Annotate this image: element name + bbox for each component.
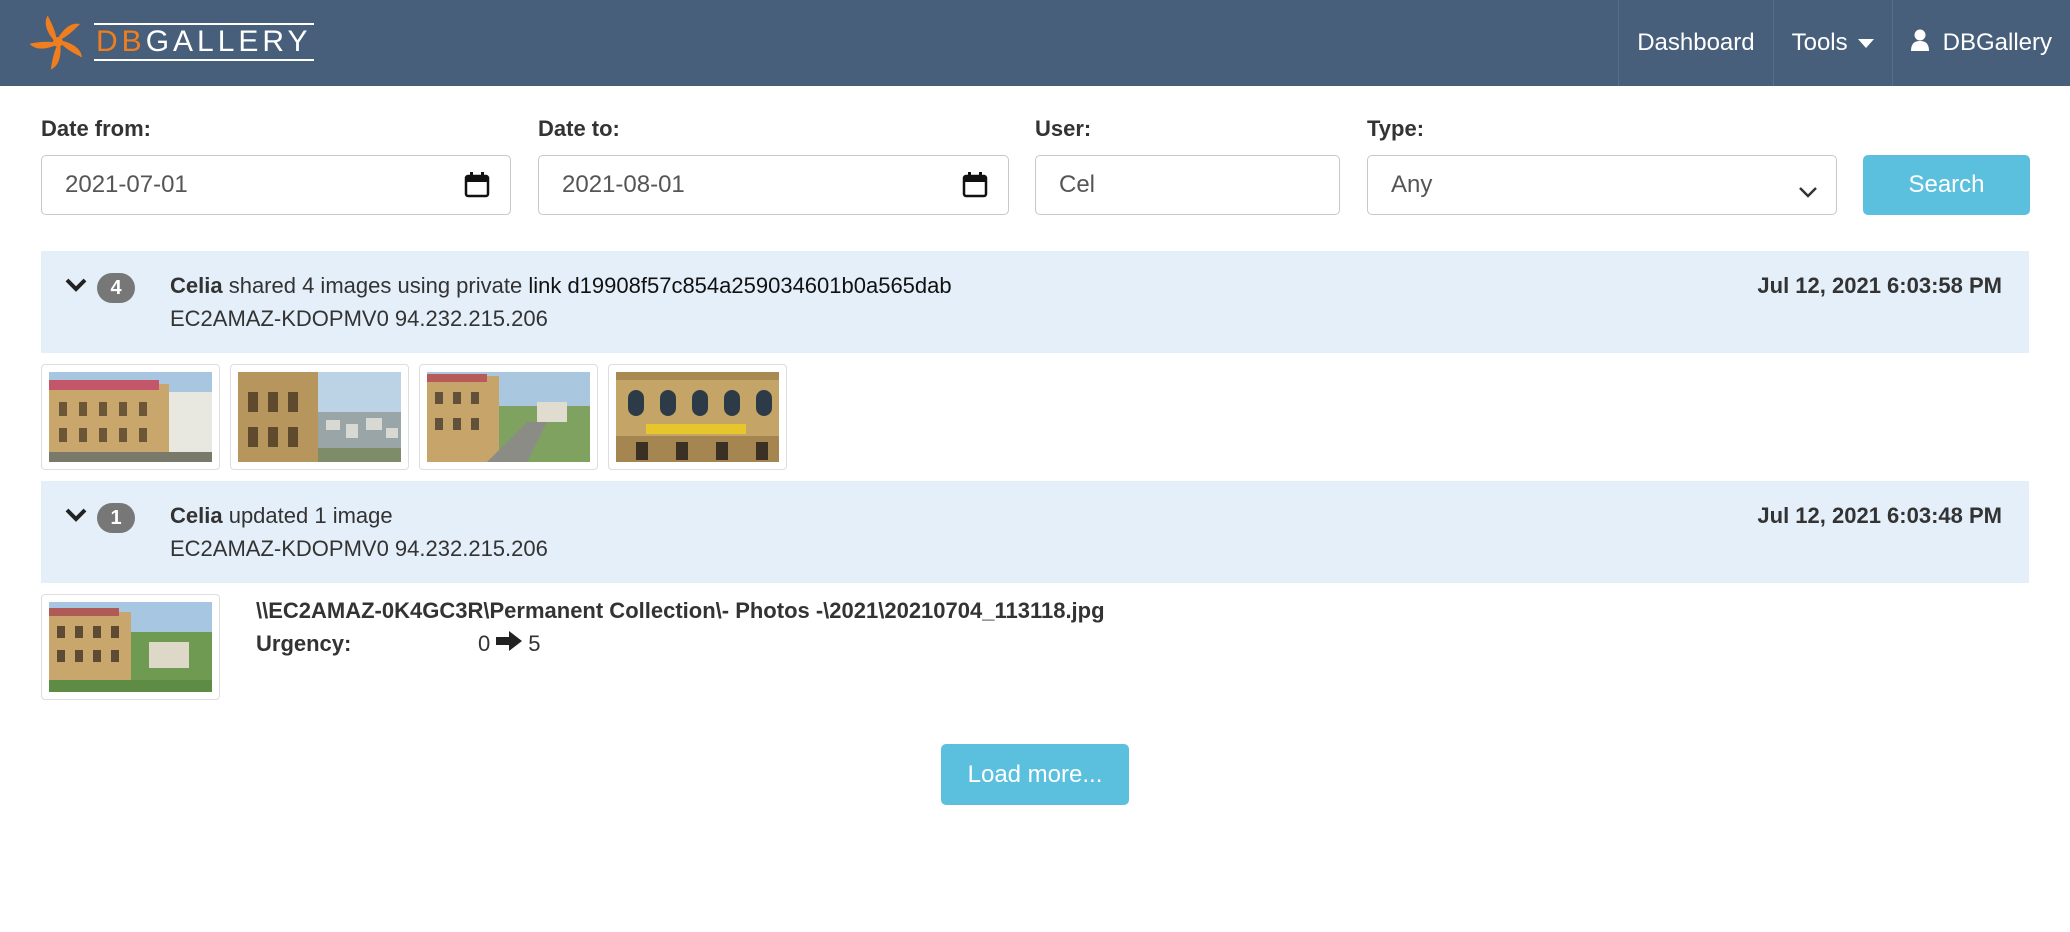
count-badge: 1 — [97, 503, 135, 533]
activity-user: Celia — [170, 273, 223, 298]
brand-wordmark-db: DB — [96, 25, 146, 58]
activity-machine-info: EC2AMAZ-KDOPMV0 94.232.215.206 — [170, 306, 548, 331]
image-thumbnail[interactable] — [230, 364, 409, 470]
user-filter-value: Cel — [1059, 171, 1096, 198]
nav-dashboard-link[interactable]: Dashboard — [1618, 0, 1772, 86]
image-thumbnail[interactable] — [41, 364, 220, 470]
nav-menu: Dashboard Tools DBGallery — [1618, 0, 2070, 86]
activity-summary: Celia updated 1 image — [170, 503, 393, 529]
activity-group-header[interactable]: 4 Celia shared 4 images using private li… — [41, 251, 2029, 353]
activity-timestamp: Jul 12, 2021 6:03:58 PM — [1757, 273, 2002, 298]
filter-form: Date from: 2021-07-01 Date to: 2021-08-0… — [41, 110, 2030, 220]
activity-action: updated 1 image — [222, 503, 393, 528]
share-link-text[interactable]: link d19908f57c854a259034601b0a565dab — [528, 273, 951, 298]
chevron-down-icon[interactable] — [65, 277, 87, 298]
user-filter-label: User: — [1035, 116, 1092, 141]
image-thumbnail[interactable] — [608, 364, 787, 470]
changed-field-value: 0 5 — [478, 631, 541, 657]
new-value: 5 — [528, 631, 541, 656]
date-to-value: 2021-08-01 — [562, 171, 685, 198]
calendar-icon[interactable] — [962, 172, 988, 205]
activity-group-header[interactable]: 1 Celia updated 1 image EC2AMAZ-KDOPMV0 … — [41, 481, 2029, 583]
nav-tools-label: Tools — [1791, 29, 1848, 56]
arrow-right-icon — [496, 631, 523, 657]
chevron-down-icon — [1798, 178, 1818, 206]
logo-pinwheel-icon — [30, 15, 82, 70]
date-to-input[interactable]: 2021-08-01 — [538, 155, 1009, 215]
user-icon — [1910, 29, 1929, 58]
date-from-label: Date from: — [41, 116, 152, 141]
count-badge: 4 — [97, 273, 135, 303]
brand-wordmark-gallery: GALLERY — [145, 25, 312, 58]
activity-machine-info: EC2AMAZ-KDOPMV0 94.232.215.206 — [170, 536, 548, 561]
nav-user-label: DBGallery — [1942, 29, 2052, 56]
image-thumbnail[interactable] — [41, 594, 220, 700]
activity-action: shared 4 images using private — [222, 273, 529, 298]
top-navbar: DBGALLERY Dashboard Tools DBGallery — [0, 0, 2070, 86]
type-filter-select[interactable]: Any — [1367, 155, 1837, 215]
brand-wordmark: DBGALLERY — [94, 23, 314, 61]
load-more-button[interactable]: Load more... — [941, 744, 1129, 805]
type-filter-value: Any — [1391, 171, 1433, 198]
nav-dashboard-label: Dashboard — [1637, 29, 1755, 56]
activity-user: Celia — [170, 503, 223, 528]
old-value: 0 — [478, 631, 491, 656]
date-from-input[interactable]: 2021-07-01 — [41, 155, 511, 215]
nav-user-menu[interactable]: DBGallery — [1891, 0, 2070, 86]
activity-timestamp: Jul 12, 2021 6:03:48 PM — [1757, 503, 2002, 528]
type-filter-label: Type: — [1367, 116, 1425, 141]
activity-summary: Celia shared 4 images using private link… — [170, 273, 952, 299]
caret-down-icon — [1857, 38, 1874, 48]
file-path: \\EC2AMAZ-0K4GC3R\Permanent Collection\-… — [256, 598, 1105, 623]
image-thumbnail[interactable] — [419, 364, 598, 470]
changed-field-label: Urgency: — [256, 631, 352, 656]
brand-logo[interactable]: DBGALLERY — [30, 12, 314, 72]
calendar-icon[interactable] — [464, 172, 490, 205]
chevron-down-icon[interactable] — [65, 507, 87, 528]
nav-tools-dropdown[interactable]: Tools — [1772, 0, 1892, 86]
user-filter-input[interactable]: Cel — [1035, 155, 1340, 215]
date-to-label: Date to: — [538, 116, 620, 141]
date-from-value: 2021-07-01 — [65, 171, 188, 198]
search-button[interactable]: Search — [1863, 155, 2030, 215]
